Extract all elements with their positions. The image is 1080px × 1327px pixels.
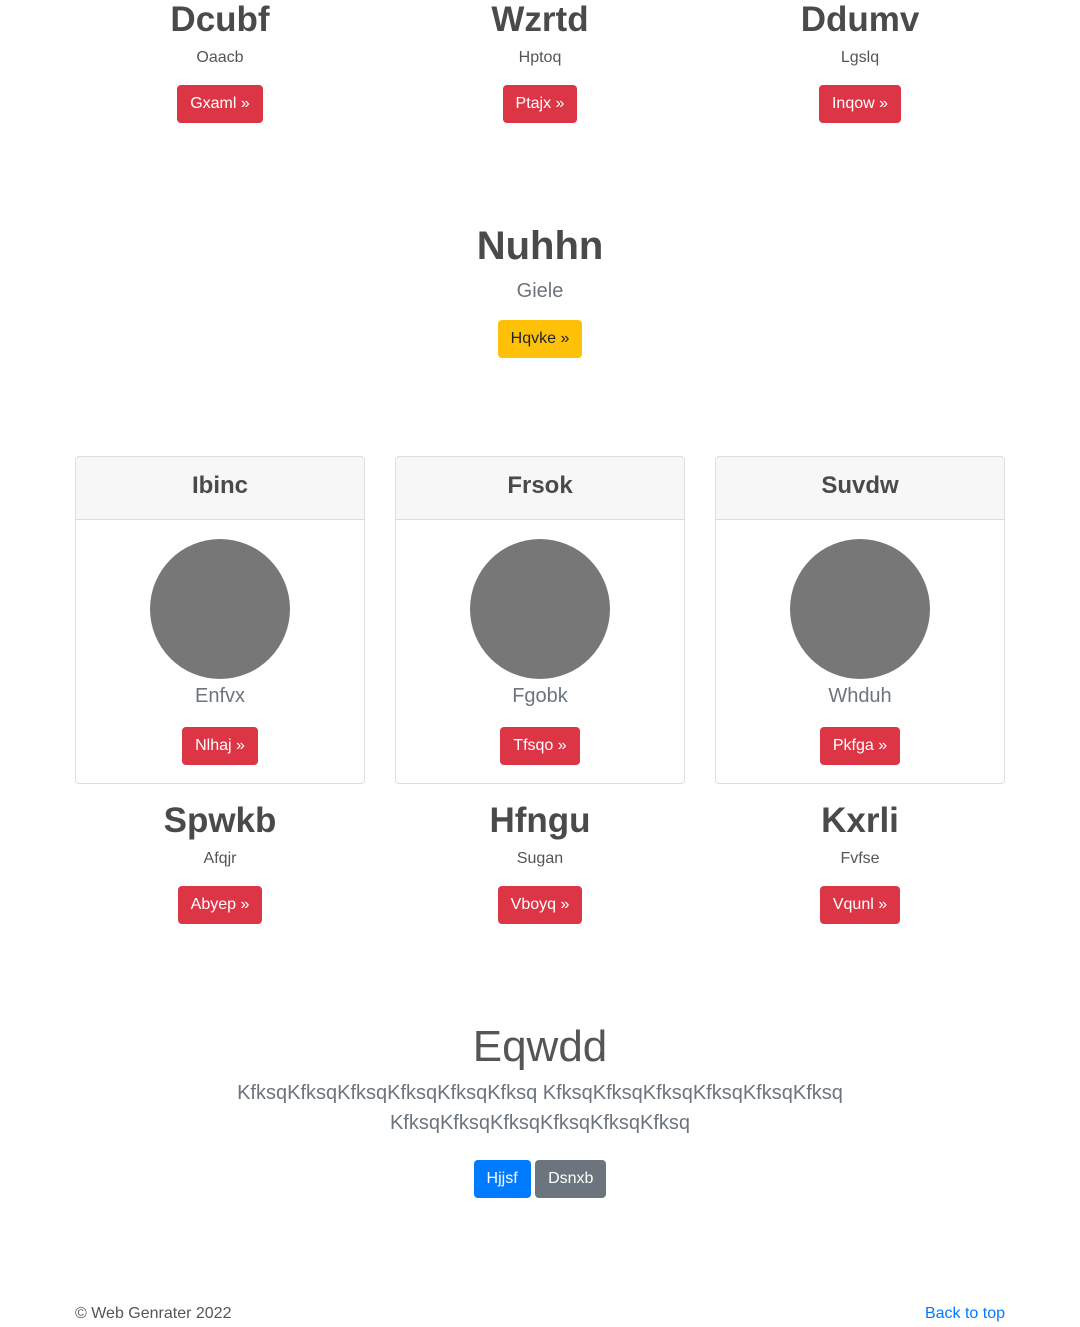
bottom-item-2: Hfngu Sugan Vboyq » xyxy=(395,801,685,924)
feature-title: Nuhhn xyxy=(476,224,604,268)
bottom-item-subtitle: Afqjr xyxy=(203,850,237,867)
card-caption: Fgobk xyxy=(512,685,568,707)
jumbotron-lead-line-1: KfksqKfksqKfksqKfksqKfksqKfksq KfksqKfks… xyxy=(237,1082,843,1104)
top-item-title: Wzrtd xyxy=(491,0,589,39)
bottom-item-subtitle: Sugan xyxy=(516,850,564,867)
primary-button[interactable]: Hjjsf xyxy=(473,1160,531,1198)
top-item-button[interactable]: Inqow » xyxy=(818,85,902,123)
footer-copyright: © Web Genrater 2022 xyxy=(75,1305,232,1322)
card-caption: Whduh xyxy=(828,685,892,707)
top-item-subtitle: Lgslq xyxy=(840,49,880,66)
bottom-item-button[interactable]: Abyep » xyxy=(177,886,263,924)
card-3: Suvdw Whduh Pkfga » xyxy=(715,456,1005,784)
bottom-item-title: Hfngu xyxy=(489,801,591,840)
bottom-item-1: Spwkb Afqjr Abyep » xyxy=(75,801,365,924)
top-item-subtitle: Oaacb xyxy=(196,49,244,66)
card-button[interactable]: Nlhaj » xyxy=(182,727,258,765)
card-1: Ibinc Enfvx Nlhaj » xyxy=(75,456,365,784)
card-caption: Enfvx xyxy=(194,685,246,707)
card-button[interactable]: Tfsqo » xyxy=(500,727,580,765)
jumbotron-title: Eqwdd xyxy=(472,1022,608,1071)
card-header: Frsok xyxy=(396,457,684,520)
back-to-top-link[interactable]: Back to top xyxy=(925,1305,1005,1323)
top-item-button[interactable]: Gxaml » xyxy=(177,85,263,123)
secondary-button[interactable]: Dsnxb xyxy=(535,1160,607,1198)
top-item-title: Ddumv xyxy=(800,0,920,39)
top-item-button[interactable]: Ptajx » xyxy=(502,85,578,123)
avatar xyxy=(150,539,290,679)
feature-subtitle: Giele xyxy=(516,280,564,302)
card-header: Ibinc xyxy=(76,457,364,520)
feature-button[interactable]: Hqvke » xyxy=(497,320,583,358)
bottom-item-3: Kxrli Fvfse Vqunl » xyxy=(715,801,1005,924)
bottom-item-title: Kxrli xyxy=(821,801,899,840)
top-item-subtitle: Hptoq xyxy=(518,49,562,66)
top-item-title: Dcubf xyxy=(170,0,270,39)
top-item-2: Wzrtd Hptoq Ptajx » xyxy=(395,0,685,123)
feature-section: Nuhhn Giele Hqvke » xyxy=(0,222,1080,358)
bottom-item-subtitle: Fvfse xyxy=(840,850,880,867)
avatar xyxy=(470,539,610,679)
jumbotron-lead-line-2: KfksqKfksqKfksqKfksqKfksqKfksq xyxy=(389,1112,691,1134)
card-header: Suvdw xyxy=(716,457,1004,520)
jumbotron: Eqwdd KfksqKfksqKfksqKfksqKfksqKfksq Kfk… xyxy=(0,1022,1080,1198)
top-item-1: Dcubf Oaacb Gxaml » xyxy=(75,0,365,123)
bottom-item-title: Spwkb xyxy=(163,801,277,840)
top-item-3: Ddumv Lgslq Inqow » xyxy=(715,0,1005,123)
avatar xyxy=(790,539,930,679)
card-button[interactable]: Pkfga » xyxy=(819,727,901,765)
bottom-item-button[interactable]: Vqunl » xyxy=(819,886,901,924)
card-2: Frsok Fgobk Tfsqo » xyxy=(395,456,685,784)
bottom-item-button[interactable]: Vboyq » xyxy=(497,886,583,924)
